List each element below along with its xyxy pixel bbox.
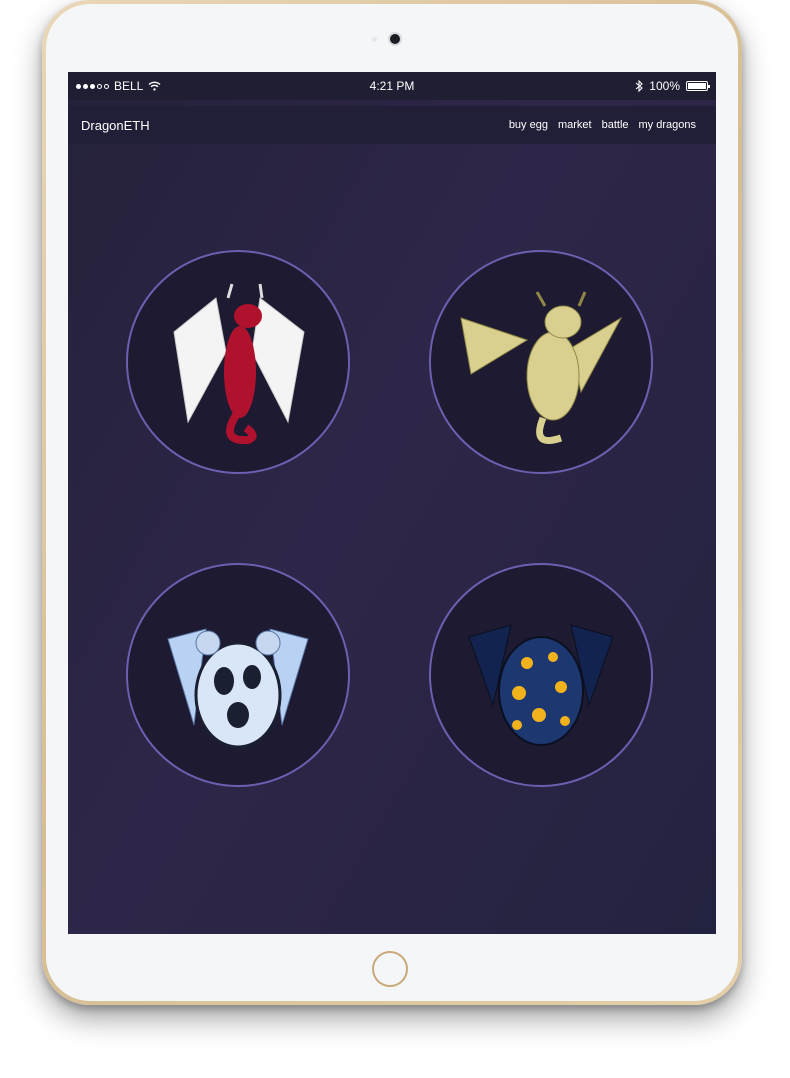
dragon-card-ice[interactable] [126, 563, 350, 787]
battery-percent: 100% [649, 79, 680, 93]
nav-battle[interactable]: battle [602, 119, 629, 131]
red-dragon-illustration [173, 283, 305, 445]
navy-dragon-illustration [468, 624, 614, 746]
top-navbar: DragonETH buy egg market battle my drago… [68, 106, 716, 144]
yellow-dragon-illustration [460, 291, 623, 444]
home-button[interactable] [372, 951, 408, 987]
nav-links: buy egg market battle my dragons [509, 119, 696, 131]
brand-title[interactable]: DragonETH [81, 118, 150, 133]
bluetooth-icon [635, 80, 644, 92]
nav-my-dragons[interactable]: my dragons [639, 119, 696, 131]
status-time: 4:21 PM [369, 79, 415, 93]
app-screen: BELL 4:21 PM 100% DragonETH buy egg mark… [68, 72, 716, 934]
status-right: 100% [635, 79, 710, 93]
battery-icon [686, 81, 710, 91]
status-bar: BELL 4:21 PM 100% [68, 72, 716, 100]
ice-dragon-illustration [167, 628, 309, 749]
nav-buy-egg[interactable]: buy egg [509, 119, 548, 131]
camera-icon [390, 34, 400, 44]
dragon-card-yellow[interactable] [429, 250, 653, 474]
dragon-card-red[interactable] [126, 250, 350, 474]
dragon-card-navy[interactable] [429, 563, 653, 787]
nav-market[interactable]: market [558, 119, 592, 131]
light-sensor [372, 37, 377, 42]
